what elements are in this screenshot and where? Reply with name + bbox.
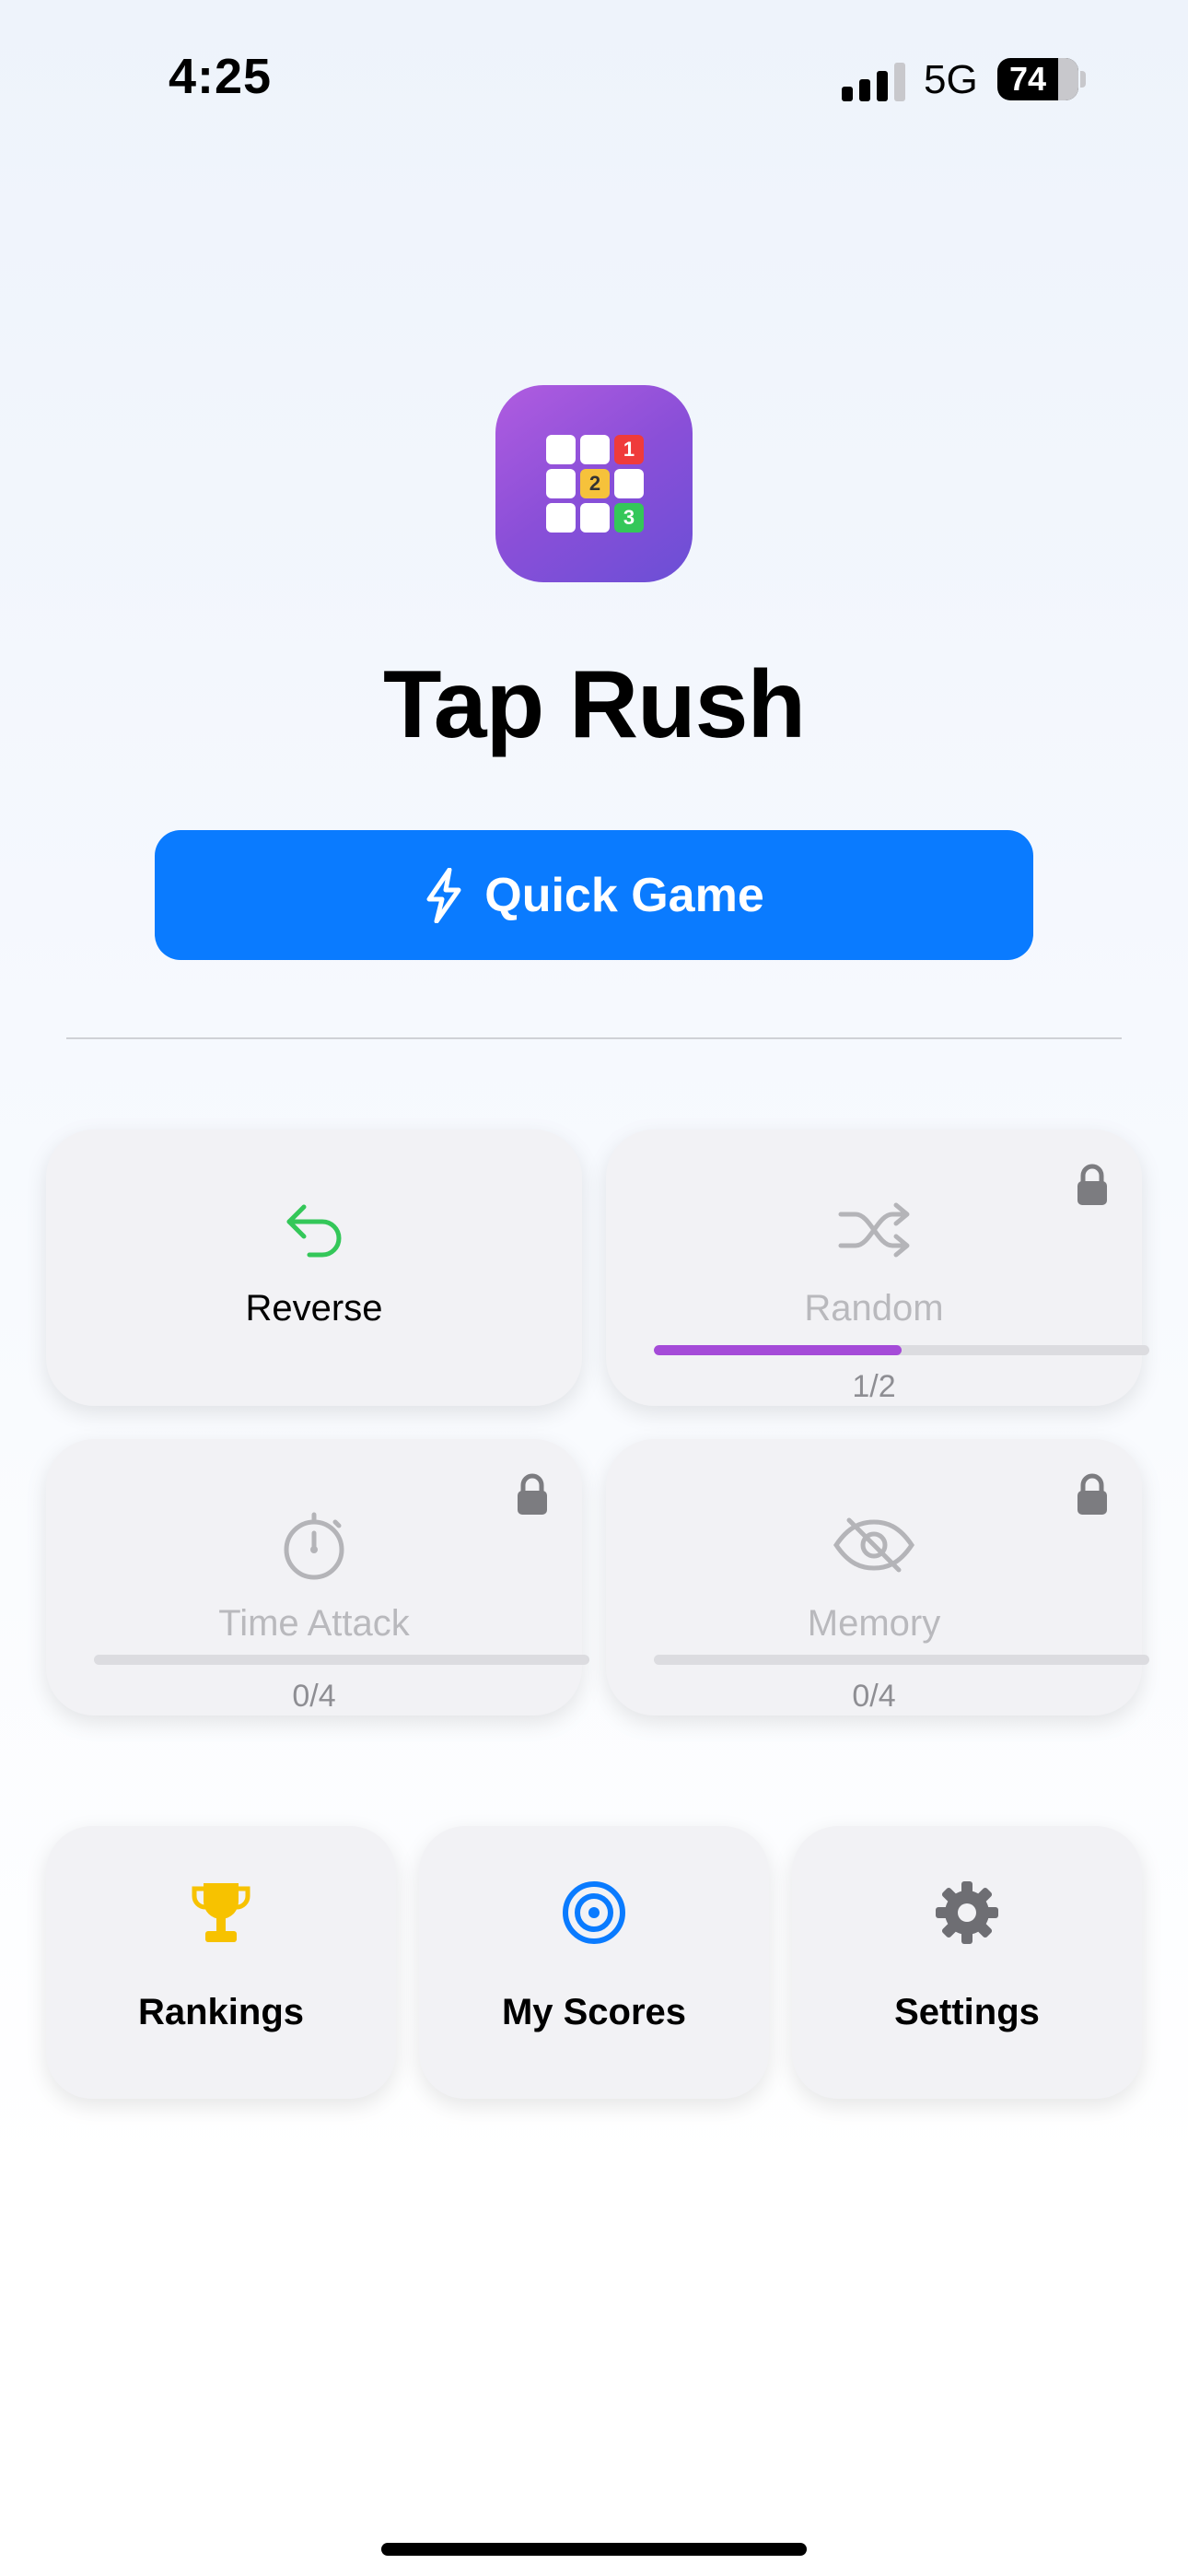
progress-count: 1/2 [852,1369,896,1404]
progress-bar [654,1655,1149,1665]
rankings-button[interactable]: Rankings [46,1826,396,2099]
logo-cell [580,503,610,533]
settings-button[interactable]: Settings [792,1826,1142,2099]
progress-count: 0/4 [292,1679,336,1714]
mode-label: Reverse [245,1288,383,1329]
mode-label: Time Attack [218,1603,410,1644]
mode-card-time-attack[interactable]: Time Attack 0/4 [46,1439,589,1715]
status-bar: 4:25 5G 74 [0,0,1188,157]
network-type: 5G [924,57,978,102]
mode-label: Memory [807,1603,941,1644]
quick-game-button[interactable]: Quick Game [155,830,1033,960]
logo-cell: 2 [580,469,610,498]
logo-cell [580,435,610,464]
battery-icon: 74 [997,58,1078,100]
logo-cell [546,503,576,533]
divider [66,1037,1122,1039]
lock-icon [1077,1473,1107,1515]
reverse-arrow-icon [46,1201,582,1259]
lock-icon [518,1473,547,1515]
tile-label: Settings [894,1992,1040,2032]
app-title: Tap Rush [382,651,806,758]
quick-game-label: Quick Game [484,868,764,922]
logo-cell [546,469,576,498]
lock-icon [1077,1164,1107,1205]
app-logo-icon: 1 2 3 [495,385,693,582]
mode-card-memory[interactable]: Memory 0/4 [606,1439,1149,1715]
trophy-icon [46,1879,396,1946]
home-indicator[interactable] [381,2543,807,2556]
tile-label: My Scores [501,1992,687,2032]
logo-cell [614,469,644,498]
logo-cell: 1 [614,435,644,464]
logo-cell [546,435,576,464]
status-time: 4:25 [169,49,273,104]
bolt-icon [426,867,461,923]
progress-bar [94,1655,589,1665]
logo-cell: 3 [614,503,644,533]
progress-count: 0/4 [852,1679,896,1714]
stopwatch-icon [46,1511,582,1581]
mode-label: Random [804,1288,944,1329]
gear-icon [792,1879,1142,1946]
progress-fill [654,1345,902,1355]
target-icon [419,1879,769,1946]
mode-card-random[interactable]: Random 1/2 [606,1130,1149,1406]
logo-grid: 1 2 3 [546,435,644,533]
tile-label: Rankings [137,1992,305,2032]
eye-slash-icon [606,1516,1142,1574]
mode-card-reverse[interactable]: Reverse [46,1130,582,1406]
cellular-signal-icon [842,61,906,101]
progress-bar [654,1345,1149,1355]
battery-level: 74 [1008,60,1047,98]
battery-nub [1080,71,1086,88]
my-scores-button[interactable]: My Scores [419,1826,769,2099]
shuffle-icon [606,1201,1142,1259]
